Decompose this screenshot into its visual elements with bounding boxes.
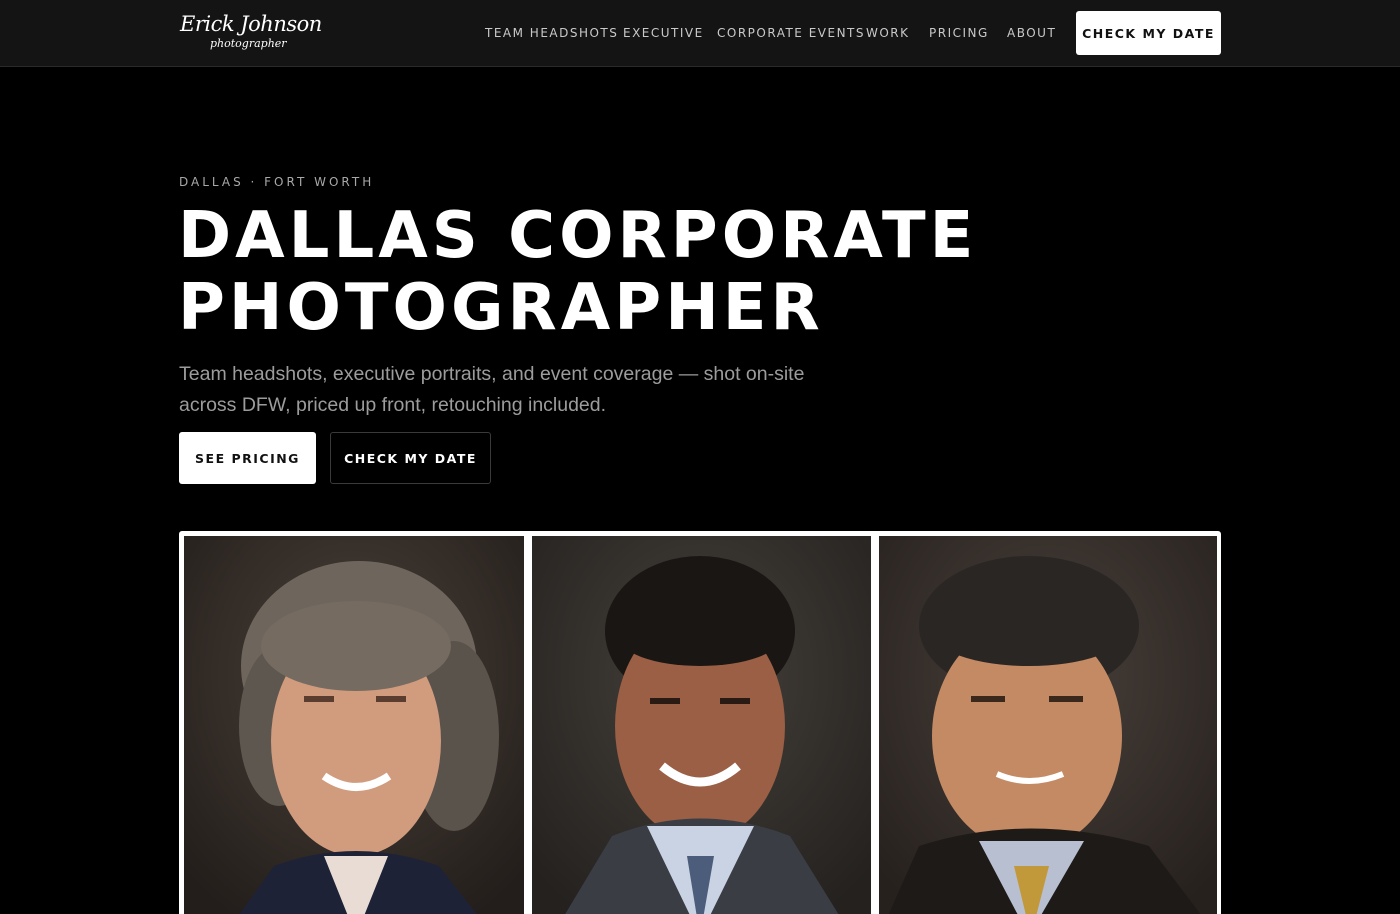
hero-subhead: Team headshots, executive portraits, and…	[179, 363, 805, 416]
nav-about[interactable]: ABOUT	[1007, 26, 1056, 40]
logo-wordmark: Erick Johnson	[180, 12, 322, 36]
see-pricing-button[interactable]: SEE PRICING	[179, 432, 316, 484]
headshot-photo-3[interactable]	[879, 536, 1217, 914]
headshot-gallery	[179, 531, 1221, 914]
nav-team-headshots[interactable]: TEAM HEADSHOTS	[485, 26, 618, 40]
nav-corporate-events[interactable]: CORPORATE EVENTS	[717, 26, 865, 40]
headshot-photo-2[interactable]	[532, 536, 871, 914]
location-eyebrow: DALLAS · FORT WORTH	[179, 175, 375, 189]
nav-pricing[interactable]: PRICING	[929, 26, 989, 40]
logo[interactable]: Erick Johnson photographer	[180, 10, 322, 56]
page-title-line-2: PHOTOGRAPHER	[178, 271, 824, 345]
page-title-line-1: DALLAS CORPORATE	[178, 199, 978, 273]
portrait-smiling-man-image	[532, 536, 871, 914]
page-title: DALLAS CORPORATE PHOTOGRAPHER	[178, 200, 1078, 344]
check-my-date-button[interactable]: CHECK MY DATE	[330, 432, 491, 484]
headshot-photo-1[interactable]	[184, 536, 524, 914]
site-header: Erick Johnson photographer TEAM HEADSHOT…	[0, 0, 1400, 67]
nav-work[interactable]: WORK	[866, 26, 910, 40]
check-my-date-header-button[interactable]: CHECK MY DATE	[1076, 11, 1221, 55]
portrait-executive-image	[879, 536, 1217, 914]
portrait-curly-hair-image	[184, 536, 524, 914]
nav-executive[interactable]: EXECUTIVE	[623, 26, 704, 40]
logo-tagline: photographer	[210, 37, 287, 50]
